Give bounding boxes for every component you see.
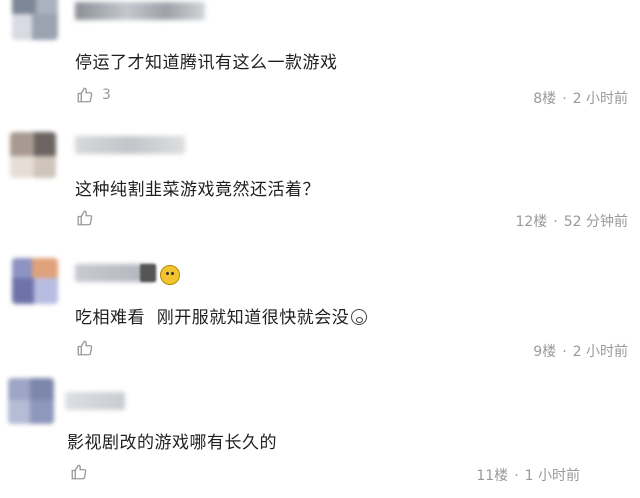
meta-separator: · [562, 91, 567, 107]
comment-time: 52 分钟前 [563, 214, 628, 230]
like-count: 3 [102, 87, 111, 103]
meta-separator: · [562, 344, 567, 360]
comment-meta: 9楼 · 2 小时前 [533, 341, 628, 361]
floor-number: 8楼 [533, 91, 557, 107]
username[interactable] [65, 392, 125, 410]
emoji-badge-icon [160, 265, 180, 285]
like-button[interactable] [70, 463, 88, 481]
surprised-face-icon [351, 309, 368, 325]
comment-text: 停运了才知道腾讯有这么一款游戏 [75, 53, 338, 73]
comment-text: 这种纯割韭菜游戏竟然还活着？ [75, 180, 320, 200]
comment-text: 影视剧改的游戏哪有长久的 [67, 433, 277, 453]
thumbs-up-icon [77, 210, 93, 226]
comment-time: 2 小时前 [572, 91, 628, 107]
meta-separator: · [553, 214, 558, 230]
thumbs-up-icon [71, 464, 87, 480]
comment-text: 吃相难看 刚开服就知道很快就会没 [75, 303, 368, 328]
thumbs-up-icon [77, 340, 93, 356]
avatar[interactable] [12, 0, 58, 40]
avatar[interactable] [12, 258, 58, 304]
comment-item: 影视剧改的游戏哪有长久的 11楼 · 1 小时前 [0, 366, 640, 498]
username[interactable] [75, 2, 205, 20]
comment-meta: 12楼 · 52 分钟前 [515, 211, 628, 231]
comment-time: 2 小时前 [572, 344, 628, 360]
avatar[interactable] [10, 132, 56, 178]
comment-meta: 8楼 · 2 小时前 [533, 88, 628, 108]
comment-time: 1 小时前 [524, 468, 580, 484]
avatar[interactable] [8, 378, 54, 424]
like-button[interactable]: 3 [76, 86, 111, 104]
thumbs-up-icon [77, 87, 93, 103]
like-button[interactable] [76, 339, 94, 357]
comment-item: 吃相难看 刚开服就知道很快就会没 9楼 · 2 小时前 [0, 240, 640, 366]
comment-text-content: 吃相难看 刚开服就知道很快就会没 [75, 308, 350, 328]
floor-number: 12楼 [515, 214, 548, 230]
like-button[interactable] [76, 209, 94, 227]
floor-number: 11楼 [476, 468, 509, 484]
comment-item: 这种纯割韭菜游戏竟然还活着？ 12楼 · 52 分钟前 [0, 118, 640, 240]
floor-number: 9楼 [533, 344, 557, 360]
username[interactable] [75, 136, 185, 154]
comment-meta: 11楼 · 1 小时前 [476, 465, 580, 485]
username-suffix [140, 264, 156, 282]
comment-item: 停运了才知道腾讯有这么一款游戏 3 8楼 · 2 小时前 [0, 0, 640, 118]
meta-separator: · [514, 468, 519, 484]
